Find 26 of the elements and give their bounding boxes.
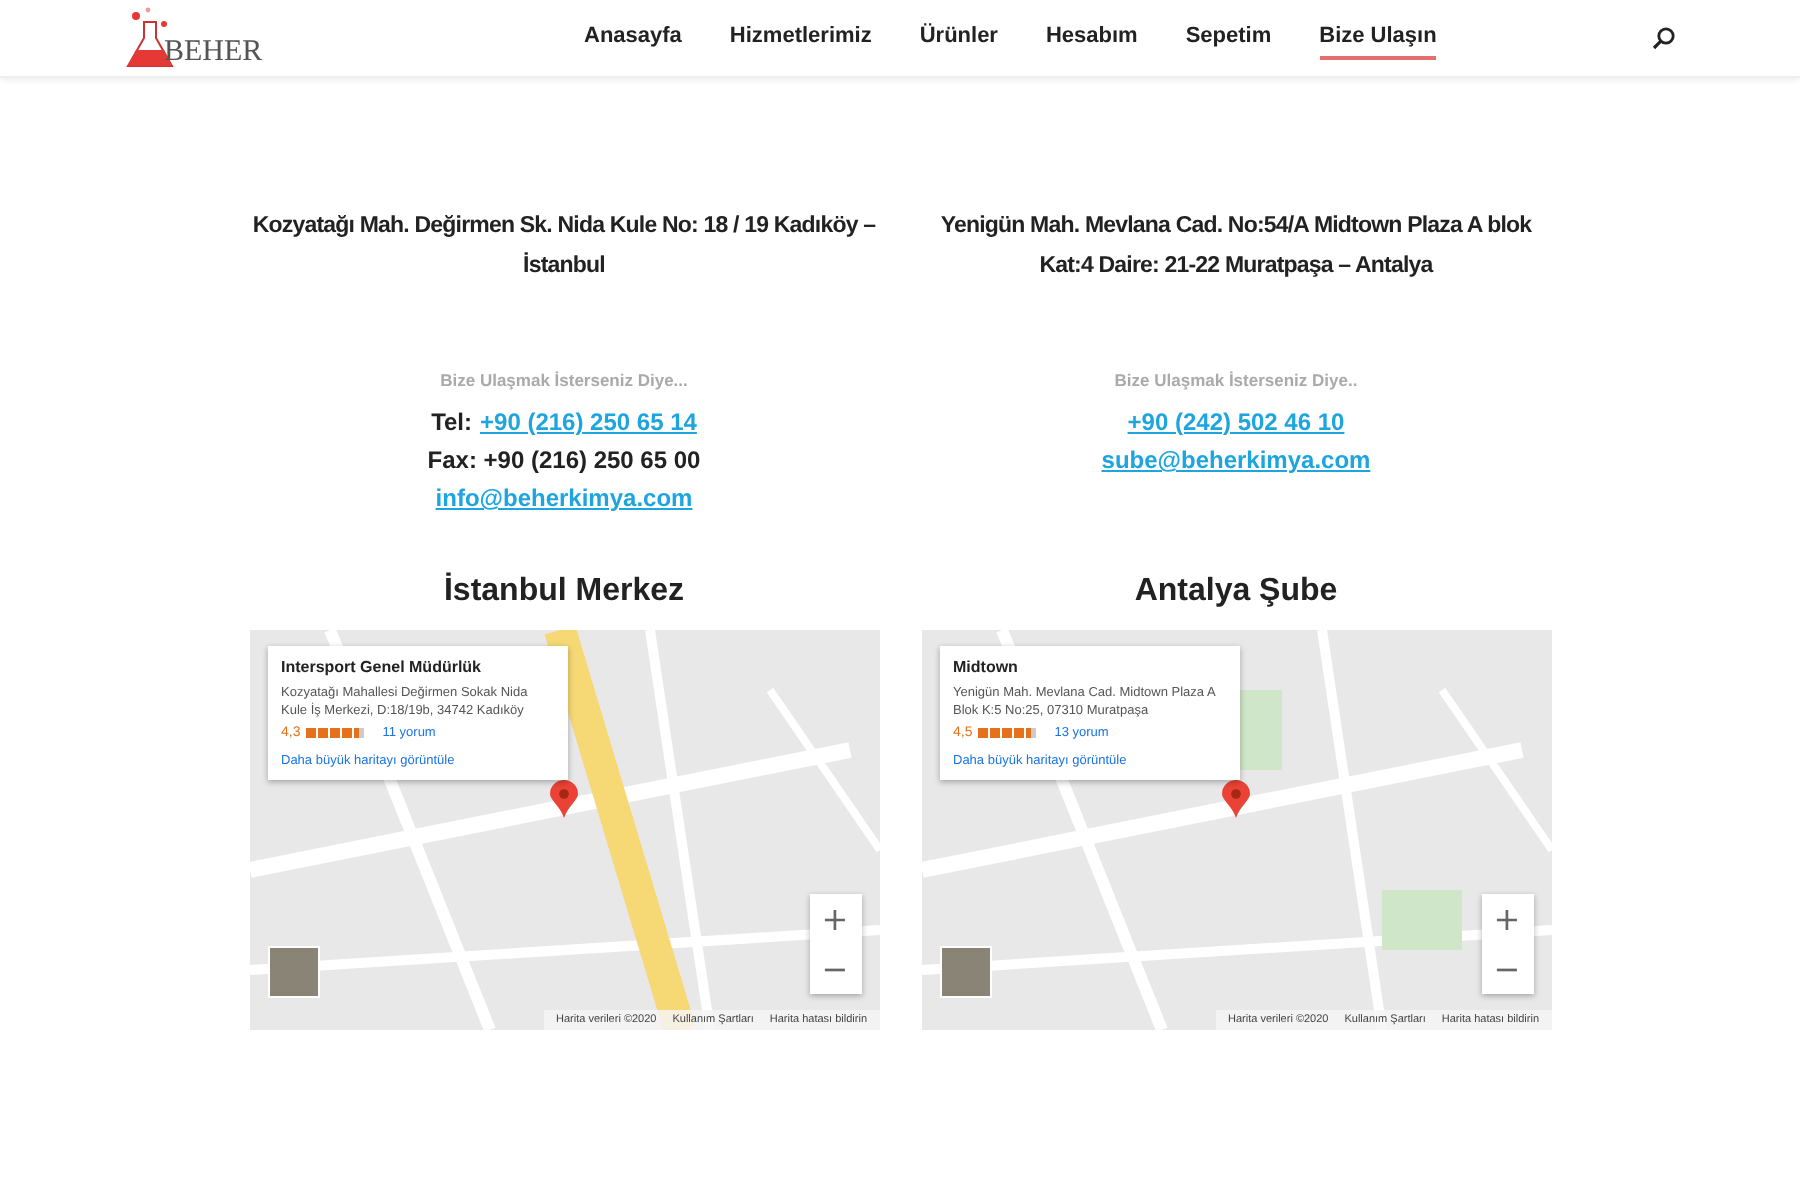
- zoom-in-button[interactable]: +: [1481, 894, 1533, 944]
- nav-link[interactable]: Hesabım: [1045, 16, 1138, 60]
- nav-link[interactable]: Ürünler: [919, 16, 998, 60]
- contact-text: Fax: +90 (216) 250 65 00: [427, 444, 701, 476]
- nav-link[interactable]: Bize Ulaşın: [1319, 16, 1437, 60]
- place-name: Midtown: [953, 658, 1020, 676]
- nav-link[interactable]: Sepetim: [1185, 16, 1272, 60]
- zoom-out-button[interactable]: −: [809, 944, 861, 994]
- map-pin-icon: [549, 780, 577, 818]
- search-icon[interactable]: [1652, 26, 1676, 50]
- office-heading: Antalya Şube: [1134, 574, 1338, 610]
- contact-intro: Bize Ulaşmak İsterseniz Diye...: [440, 370, 688, 390]
- logo-text: BEHER: [164, 36, 263, 70]
- zoom-in-button[interactable]: +: [809, 894, 861, 944]
- satellite-thumbnail[interactable]: [267, 946, 319, 998]
- contact-label: Tel:: [431, 406, 473, 438]
- satellite-thumbnail[interactable]: [939, 946, 991, 998]
- nav-link[interactable]: Anasayfa: [584, 16, 682, 60]
- zoom-out-button[interactable]: −: [1481, 944, 1533, 994]
- address-text: Yenigün Mah. Mevlana Cad. No:54/A Midtown Plaza A blok Kat:4 Daire: 21-22 Muratpaşa – Antalya: [938, 212, 1534, 282]
- address-text: Kozyatağı Mah. Değirmen Sk. Nida Kule No: 18 / 19 Kadıköy – İstanbul: [250, 212, 878, 282]
- map-pin-icon: [1221, 780, 1249, 818]
- contact-intro: Bize Ulaşmak İsterseniz Diye..: [1114, 370, 1358, 390]
- office-heading: İstanbul Merkez: [443, 574, 685, 610]
- nav-link[interactable]: Hizmetlerimiz: [729, 16, 872, 60]
- place-name: Intersport Genel Müdürlük: [281, 658, 484, 676]
